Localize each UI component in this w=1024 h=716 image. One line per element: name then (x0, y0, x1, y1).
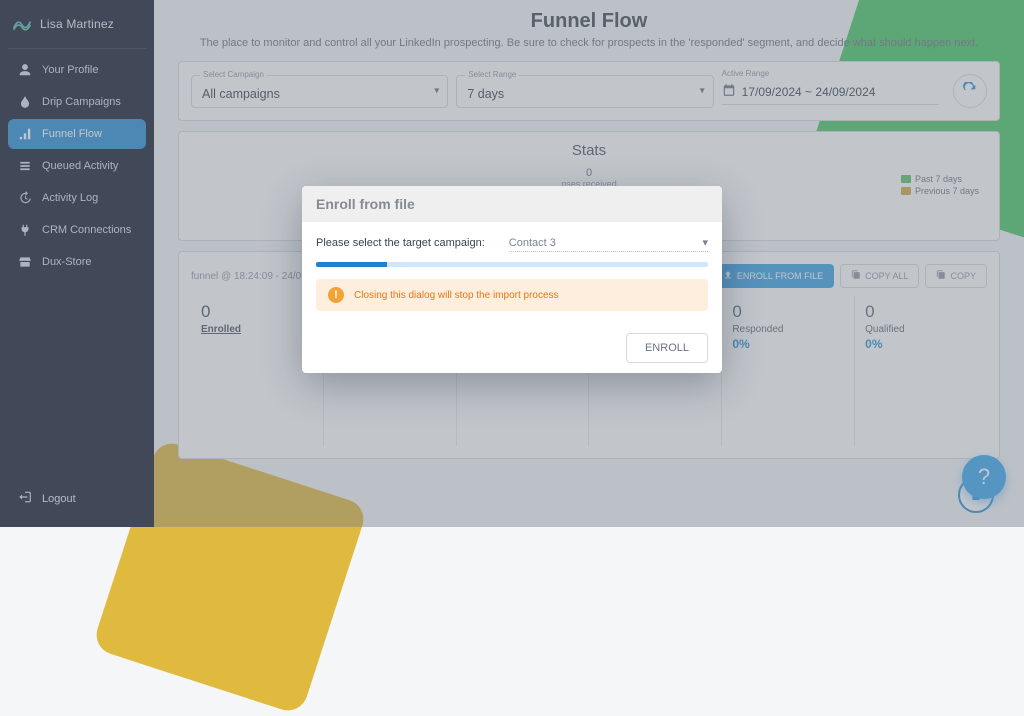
warning-banner: ! Closing this dialog will stop the impo… (316, 279, 708, 311)
import-progress (316, 262, 708, 267)
button-label: ENROLL (645, 342, 689, 354)
prompt-label: Please select the target campaign: (316, 237, 485, 249)
modal-title: Enroll from file (302, 186, 722, 222)
select-value: Contact 3 (509, 237, 556, 249)
warning-icon: ! (328, 287, 344, 303)
progress-fill (316, 262, 387, 267)
warning-text: Closing this dialog will stop the import… (354, 290, 559, 301)
enroll-button[interactable]: ENROLL (626, 333, 708, 363)
modal-footer: ENROLL (302, 323, 722, 373)
chevron-down-icon: ▾ (702, 236, 708, 249)
enroll-modal: Enroll from file Please select the targe… (302, 186, 722, 373)
target-campaign-select[interactable]: Contact 3 ▾ (509, 234, 708, 252)
modal-body: Please select the target campaign: Conta… (302, 222, 722, 323)
campaign-select-row: Please select the target campaign: Conta… (316, 234, 708, 252)
